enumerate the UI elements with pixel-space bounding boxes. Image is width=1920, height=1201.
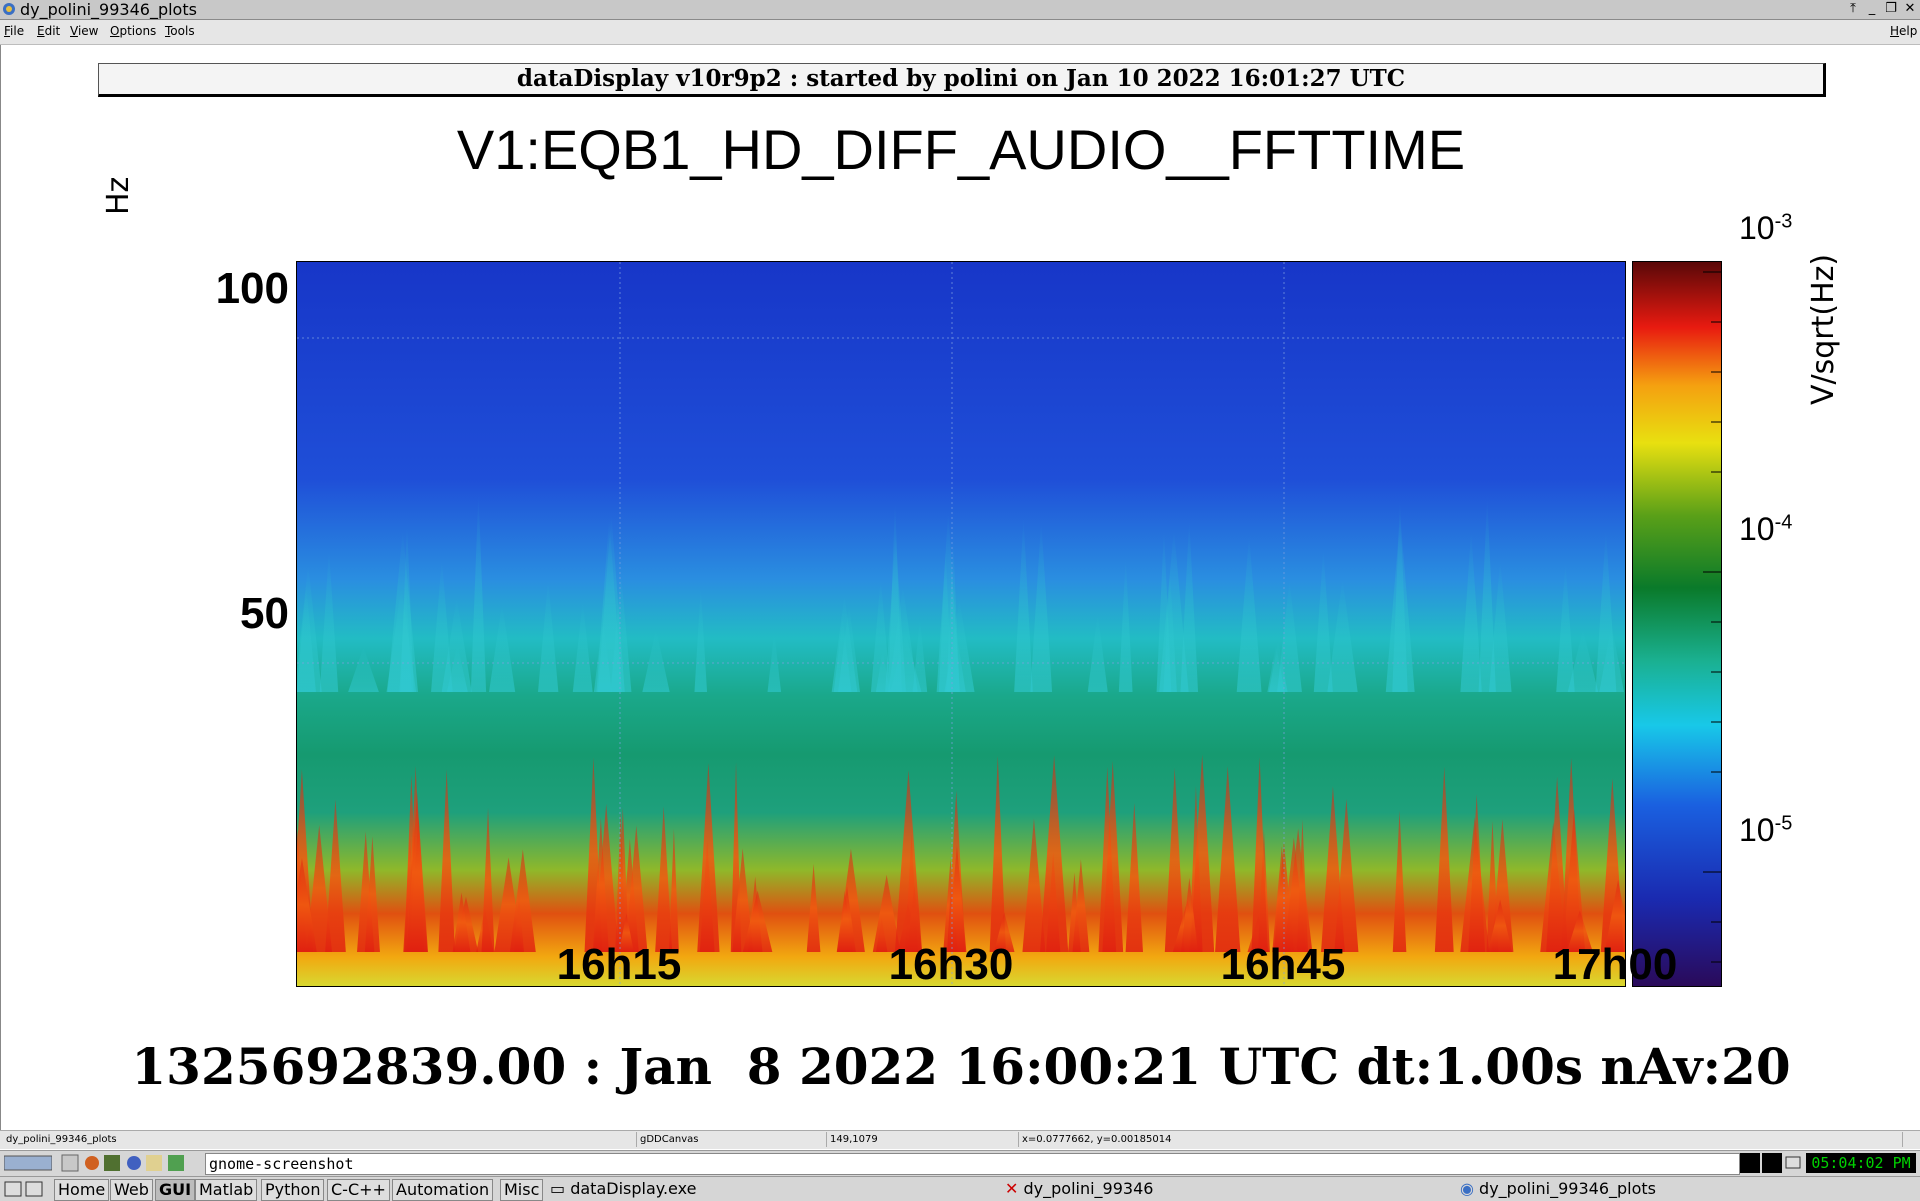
desktop-switch-icon[interactable] — [4, 1181, 48, 1197]
close-button[interactable]: ✕ — [1902, 1, 1918, 17]
x-tick-label: 16h15 — [556, 940, 682, 989]
status-field: dy_polini_99346_plots — [2, 1132, 637, 1147]
app-icon — [3, 3, 15, 15]
menu-options[interactable]: Options — [110, 24, 156, 38]
y-tick-label: 100 — [215, 264, 289, 313]
launcher-web[interactable]: Web — [110, 1179, 153, 1201]
window-title: dy_polini_99346_plots — [20, 0, 197, 19]
command-input[interactable]: gnome-screenshot — [205, 1153, 1740, 1175]
x-tick-label: 16h45 — [1220, 940, 1346, 989]
window-titlebar[interactable]: dy_polini_99346_plots ⤒ _ ❐ ✕ — [0, 0, 1920, 20]
menu-tools[interactable]: Tools — [165, 24, 195, 38]
plot-title: V1:EQB1_HD_DIFF_AUDIO__FFTTIME — [456, 118, 1466, 181]
status-field: x=0.0777662, y=0.00185014 — [1018, 1132, 1903, 1147]
menubar: File Edit View Options Tools Help — [0, 20, 1920, 45]
status-field: gDDCanvas — [636, 1132, 827, 1147]
time-footer: 1325692839.00 : Jan 8 2022 16:00:21 UTC … — [131, 1037, 1791, 1096]
launcher-gui[interactable]: GUI — [155, 1179, 196, 1201]
maximize-button[interactable]: ❐ — [1883, 1, 1899, 17]
task-label: dy_polini_99346 — [1023, 1179, 1154, 1198]
launcher-python[interactable]: Python — [261, 1179, 325, 1201]
monitor-icon: ▭ — [550, 1179, 571, 1198]
launcher-automation[interactable]: Automation — [392, 1179, 494, 1201]
taskbar-bottom: Home Web GUI Matlab Python C-C++ Automat… — [0, 1176, 1920, 1201]
colorbar — [1632, 261, 1722, 987]
system-monitor-icon — [1740, 1153, 1801, 1173]
launcher-misc[interactable]: Misc — [500, 1179, 544, 1201]
plot-canvas[interactable]: dataDisplay v10r9p2 : started by polini … — [0, 45, 1920, 1130]
colorbar-tick-label: 10-3 — [1739, 210, 1793, 246]
colorbar-tick-label: 10-4 — [1739, 511, 1793, 547]
spectrogram-svg — [297, 262, 1625, 986]
launcher-home[interactable]: Home — [54, 1179, 110, 1201]
task-label: dy_polini_99346_plots — [1479, 1179, 1656, 1198]
launcher-c-cpp[interactable]: C-C++ — [327, 1179, 390, 1201]
x-tick-label: 16h30 — [888, 940, 1014, 989]
status-field: 149,1079 — [826, 1132, 1019, 1147]
menu-view[interactable]: View — [70, 24, 98, 38]
menu-file[interactable]: File — [4, 24, 24, 38]
colorbar-label: V/sqrt(Hz) — [1806, 253, 1841, 405]
taskbar-top: gnome-screenshot 05:04:02 PM — [0, 1150, 1920, 1176]
header-banner: dataDisplay v10r9p2 : started by polini … — [98, 63, 1826, 97]
task-datadisplay[interactable]: ▭ dataDisplay.exe — [550, 1179, 696, 1199]
menu-help[interactable]: Help — [1890, 24, 1917, 38]
spectrogram-plot[interactable] — [296, 261, 1626, 987]
clock[interactable]: 05:04:02 PM — [1806, 1153, 1916, 1173]
start-menu-icon[interactable] — [4, 1154, 52, 1172]
task-label: dataDisplay.exe — [570, 1179, 697, 1198]
menu-edit[interactable]: Edit — [37, 24, 60, 38]
status-bar: dy_polini_99346_plots gDDCanvas 149,1079… — [0, 1130, 1920, 1149]
task-dy-polini[interactable]: ✕ dy_polini_99346 — [1005, 1179, 1153, 1199]
app-icon: ◉ — [1460, 1179, 1480, 1198]
quick-launch-icons[interactable] — [60, 1154, 200, 1172]
minimize-button[interactable]: _ — [1864, 1, 1880, 17]
y-tick-label: 50 — [240, 589, 289, 638]
x-tick-label: 17h00 — [1552, 940, 1678, 989]
x-app-icon: ✕ — [1005, 1179, 1024, 1198]
pin-button[interactable]: ⤒ — [1845, 1, 1861, 17]
launcher-matlab[interactable]: Matlab — [195, 1179, 258, 1201]
colorbar-tick-label: 10-5 — [1739, 812, 1793, 848]
colorbar-gradient — [1633, 262, 1721, 986]
y-axis-label: Hz — [101, 176, 136, 215]
task-dy-polini-plots[interactable]: ◉ dy_polini_99346_plots — [1460, 1179, 1656, 1199]
